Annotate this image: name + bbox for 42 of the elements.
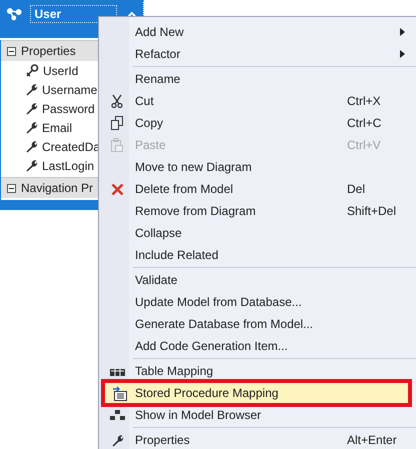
wrench-icon (25, 159, 38, 172)
property-name[interactable]: LastLogin (42, 158, 94, 172)
copy-icon (110, 116, 124, 130)
wrench-icon (25, 83, 38, 96)
delete-icon (110, 182, 124, 196)
menu-item[interactable]: Show in Model Browser (99, 404, 416, 426)
menu-item[interactable]: Table Mapping (99, 360, 416, 382)
menu-item[interactable]: Copy Ctrl+C (99, 112, 416, 134)
wrench-icon (25, 140, 38, 153)
menu-item[interactable]: Remove from Diagram Shift+Del (99, 200, 416, 222)
menu-item[interactable]: Collapse (99, 222, 416, 244)
entity-icon (6, 7, 24, 21)
paste-icon (111, 138, 123, 152)
section-title: Properties (21, 44, 76, 58)
property-name[interactable]: UserId (43, 64, 78, 78)
procedure-icon (112, 386, 128, 400)
property-name[interactable]: Email (42, 120, 72, 134)
key-icon (25, 64, 39, 77)
table-icon (110, 366, 124, 376)
section-title: Navigation Pr (21, 181, 94, 195)
menu-item[interactable]: Generate Database from Model... (99, 313, 416, 335)
expander-icon[interactable] (7, 184, 16, 192)
property-name[interactable]: Password (42, 102, 95, 116)
wrench-icon (25, 102, 38, 115)
menu-item[interactable]: Move to new Diagram (99, 156, 416, 178)
menu-item[interactable]: Update Model from Database... (99, 291, 416, 313)
menu-item[interactable]: Rename (99, 68, 416, 90)
menu-item[interactable]: Stored Procedure Mapping (105, 383, 408, 403)
scissors-icon (111, 94, 123, 108)
menu-item[interactable]: Cut Ctrl+X (99, 90, 416, 112)
menu-item[interactable]: Properties Alt+Enter (99, 429, 416, 449)
menu-item[interactable]: Validate (99, 269, 416, 291)
menu-item[interactable]: Add Code Generation Item... (99, 335, 416, 357)
wrench-icon (110, 434, 124, 446)
expander-icon[interactable] (7, 46, 16, 56)
menu-item[interactable]: Add New (99, 21, 416, 43)
property-name[interactable]: CreatedDa (42, 140, 100, 154)
collapse-chevron-icon[interactable] (127, 11, 137, 18)
property-name[interactable]: Username (42, 82, 98, 96)
wrench-icon (25, 121, 38, 134)
tree-icon (110, 410, 124, 420)
menu-item[interactable]: Include Related (99, 244, 416, 266)
